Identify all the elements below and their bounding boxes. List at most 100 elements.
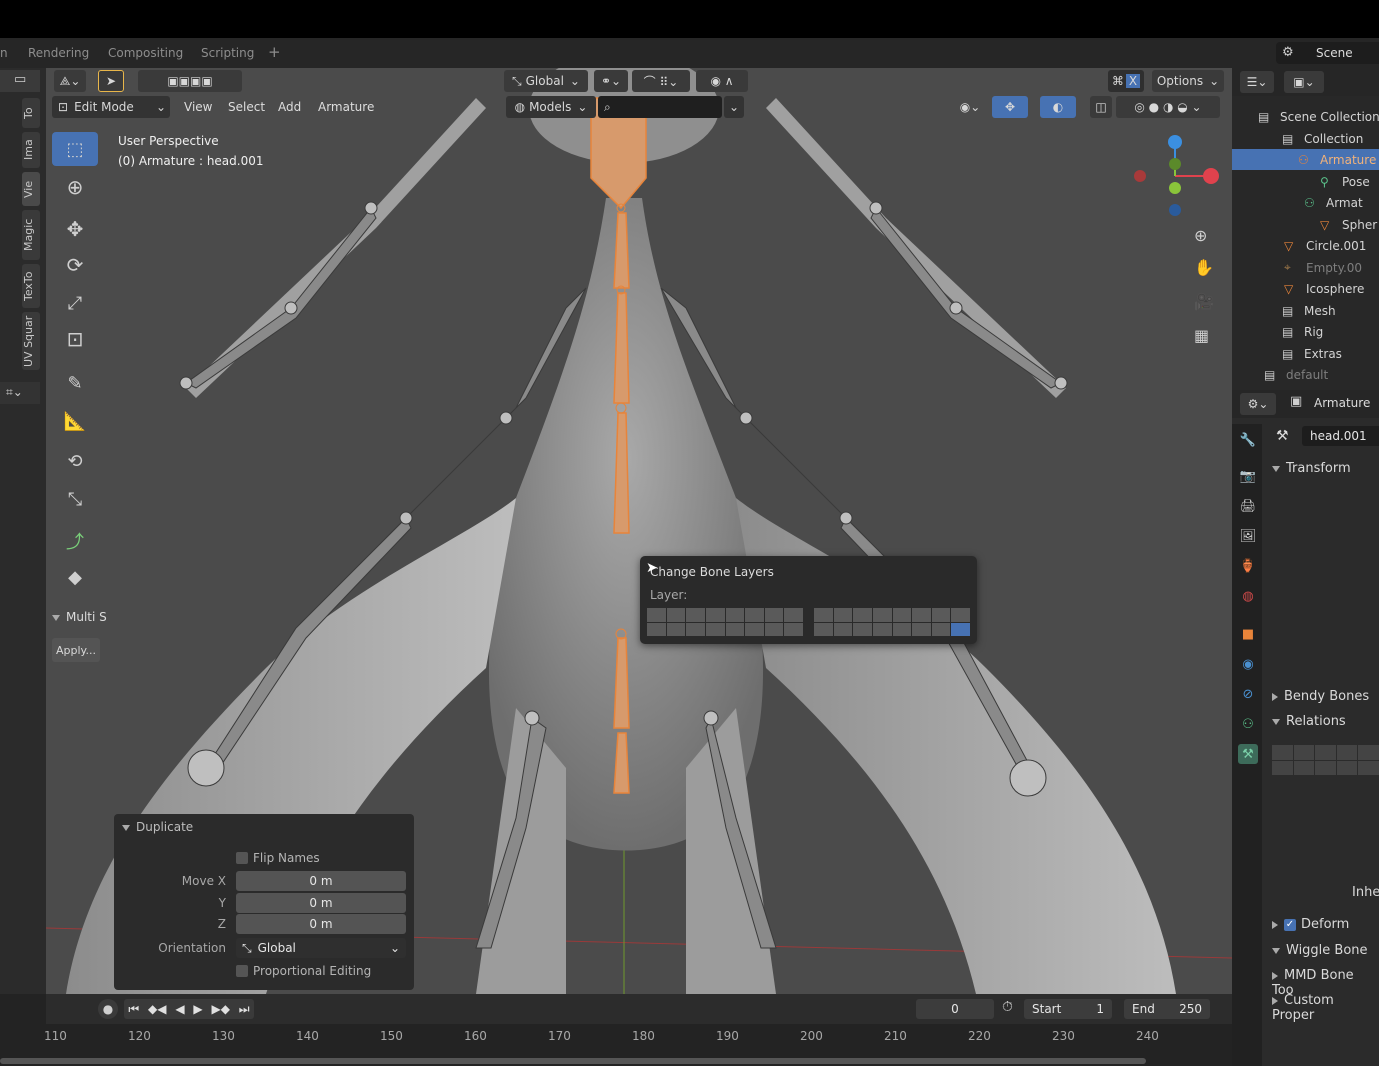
outliner-row[interactable]: ▤ Rig	[1232, 321, 1379, 342]
world-tab-icon[interactable]: ◍	[1238, 586, 1258, 606]
scene-selector[interactable]: ⚙ Scene	[1276, 42, 1379, 64]
orientation-dropdown[interactable]: ⤡ Global ⌄	[236, 938, 406, 958]
outliner-row[interactable]: ▤ default	[1232, 364, 1379, 385]
layer-toggle[interactable]	[951, 622, 970, 636]
bone-size-tool[interactable]: ⤡	[52, 482, 98, 516]
section-bendy-bones[interactable]: Bendy Bones	[1272, 689, 1369, 704]
layer-toggle[interactable]	[912, 622, 931, 636]
outliner-row[interactable]: ⚇ Armature	[1232, 149, 1379, 170]
shading-mode-group[interactable]: ◎ ● ◑ ◒ ⌄	[1116, 96, 1220, 118]
bone-name-field[interactable]: head.001	[1302, 426, 1379, 446]
display-mode-button[interactable]: ▣⌄	[1284, 71, 1324, 93]
move-x-field[interactable]: 0 m	[236, 871, 406, 891]
layer-toggle[interactable]	[647, 622, 666, 636]
section-custom-properties[interactable]: Custom Proper	[1272, 993, 1379, 1023]
move-y-field[interactable]: 0 m	[236, 893, 406, 913]
deform-checkbox[interactable]: ✓	[1284, 918, 1296, 931]
snapping-button[interactable]: ⌒ ⠿⌄	[632, 70, 690, 92]
tab-scripting[interactable]: Scripting	[201, 46, 254, 60]
add-workspace-button[interactable]: +	[268, 43, 281, 61]
extrude-tool[interactable]: ⤴	[52, 524, 98, 558]
pivot-point-button[interactable]: ⚭⌄	[594, 70, 628, 92]
outliner-row[interactable]: ▤ Extras	[1232, 343, 1379, 364]
layer-toggle[interactable]	[745, 608, 764, 622]
view-layer-tab-icon[interactable]: 🖼	[1238, 526, 1258, 546]
layer-toggle[interactable]	[764, 608, 784, 622]
selection-mode-group[interactable]: ▣▣▣▣	[138, 70, 242, 92]
layer-toggle[interactable]	[872, 622, 892, 636]
layer-toggle[interactable]	[833, 622, 853, 636]
roll-tool[interactable]: ⟲	[52, 444, 98, 478]
outliner-row[interactable]: ▤ Mesh	[1232, 300, 1379, 321]
armature-tab-icon[interactable]: ⚇	[1238, 714, 1258, 734]
select-box-tool-button[interactable]: ➤	[98, 70, 124, 92]
tab-rendering[interactable]: Rendering	[28, 46, 89, 60]
gizmo-toggle-button[interactable]: ✥	[992, 96, 1028, 118]
layer-toggle[interactable]	[814, 608, 833, 622]
layer-toggle[interactable]	[951, 608, 970, 622]
layer-toggle[interactable]	[853, 608, 872, 622]
layer-toggle[interactable]	[931, 608, 951, 622]
zoom-icon[interactable]: ⊕	[1194, 226, 1207, 245]
outliner-row[interactable]: ▤ Scene Collection	[1232, 106, 1379, 127]
annotate-tool[interactable]: ✎	[52, 366, 98, 400]
object-tab-icon[interactable]: ■	[1238, 624, 1258, 644]
layer-toggle[interactable]	[686, 622, 705, 636]
layer-toggle[interactable]	[647, 608, 666, 622]
duplicate-panel-header[interactable]: Duplicate	[122, 820, 193, 834]
apply-button[interactable]: Apply...	[52, 638, 100, 662]
layer-toggle[interactable]	[764, 622, 784, 636]
collapse-triangle-icon[interactable]	[52, 614, 60, 621]
search-options-button[interactable]: ⌄	[724, 96, 744, 118]
uv-editor-button[interactable]: ⌗⌄	[0, 382, 40, 404]
envelope-tool[interactable]: ◆	[52, 560, 98, 594]
section-transform[interactable]: Transform	[1272, 461, 1351, 476]
editor-type-button[interactable]: ▭	[0, 70, 40, 92]
outliner-row[interactable]: ⌖ Empty.00	[1232, 257, 1379, 278]
render-tab-icon[interactable]: 📷	[1238, 466, 1258, 486]
layer-toggle[interactable]	[892, 608, 912, 622]
move-z-field[interactable]: 0 m	[236, 914, 406, 934]
scene-tab-icon[interactable]: 🏺	[1238, 556, 1258, 576]
layer-toggle[interactable]	[725, 622, 745, 636]
sidebar-tab-vie[interactable]: Vie	[22, 172, 40, 206]
flip-names-checkbox[interactable]	[236, 852, 248, 864]
overlay-toggle-button[interactable]: ◐	[1040, 96, 1076, 118]
scale-tool[interactable]: ⤢	[52, 286, 98, 320]
outliner-row[interactable]: ▽ Spher	[1232, 214, 1379, 235]
layer-grid-left[interactable]	[647, 608, 803, 636]
layer-toggle[interactable]	[666, 622, 686, 636]
layer-grid-right[interactable]	[814, 608, 970, 636]
layer-toggle[interactable]	[705, 608, 725, 622]
collection-filter-dropdown[interactable]: ◍ Models ⌄	[506, 96, 596, 118]
tab-fragment[interactable]: n	[0, 46, 8, 60]
modifier-tab-icon[interactable]: ◉	[1238, 654, 1258, 674]
select-tool[interactable]: ⬚	[52, 132, 98, 166]
perspective-grid-icon[interactable]: ▦	[1194, 326, 1209, 345]
sidebar-tab-texto[interactable]: TexTo	[22, 264, 40, 308]
menu-select[interactable]: Select	[228, 100, 265, 114]
move-tool[interactable]: ✥	[52, 212, 98, 246]
proportional-editing-checkbox[interactable]	[236, 965, 248, 977]
outliner-row[interactable]: ▤ Collection	[1232, 128, 1379, 149]
layer-toggle[interactable]	[705, 622, 725, 636]
outliner-row[interactable]: ⚇ Armat	[1232, 192, 1379, 213]
camera-icon[interactable]: 🎥	[1194, 292, 1214, 311]
options-dropdown[interactable]: Options ⌄	[1152, 70, 1224, 92]
bone-tab-icon[interactable]: ⚒	[1238, 744, 1258, 764]
timeline-ruler[interactable]: 110 120 130 140 150 160 170 180 190 200 210 220 230 2…	[0, 994, 1232, 1066]
layer-toggle[interactable]	[872, 608, 892, 622]
layer-toggle[interactable]	[931, 622, 951, 636]
layer-toggle[interactable]	[814, 622, 833, 636]
output-tab-icon[interactable]: 🖨	[1238, 496, 1258, 516]
outliner-row[interactable]: ⚲ Pose	[1232, 171, 1379, 192]
sidebar-tab-uv-square[interactable]: UV Squar	[22, 312, 40, 370]
mode-dropdown[interactable]: ⊡ Edit Mode ⌄	[52, 96, 170, 118]
layer-toggle[interactable]	[666, 608, 686, 622]
bone-layers-grid[interactable]	[1272, 745, 1379, 775]
layer-toggle[interactable]	[686, 608, 705, 622]
layer-toggle[interactable]	[745, 622, 764, 636]
section-deform[interactable]: ✓ Deform	[1272, 917, 1349, 932]
layer-toggle[interactable]	[853, 622, 872, 636]
mirror-x-button[interactable]: ⌘ X	[1108, 70, 1144, 92]
